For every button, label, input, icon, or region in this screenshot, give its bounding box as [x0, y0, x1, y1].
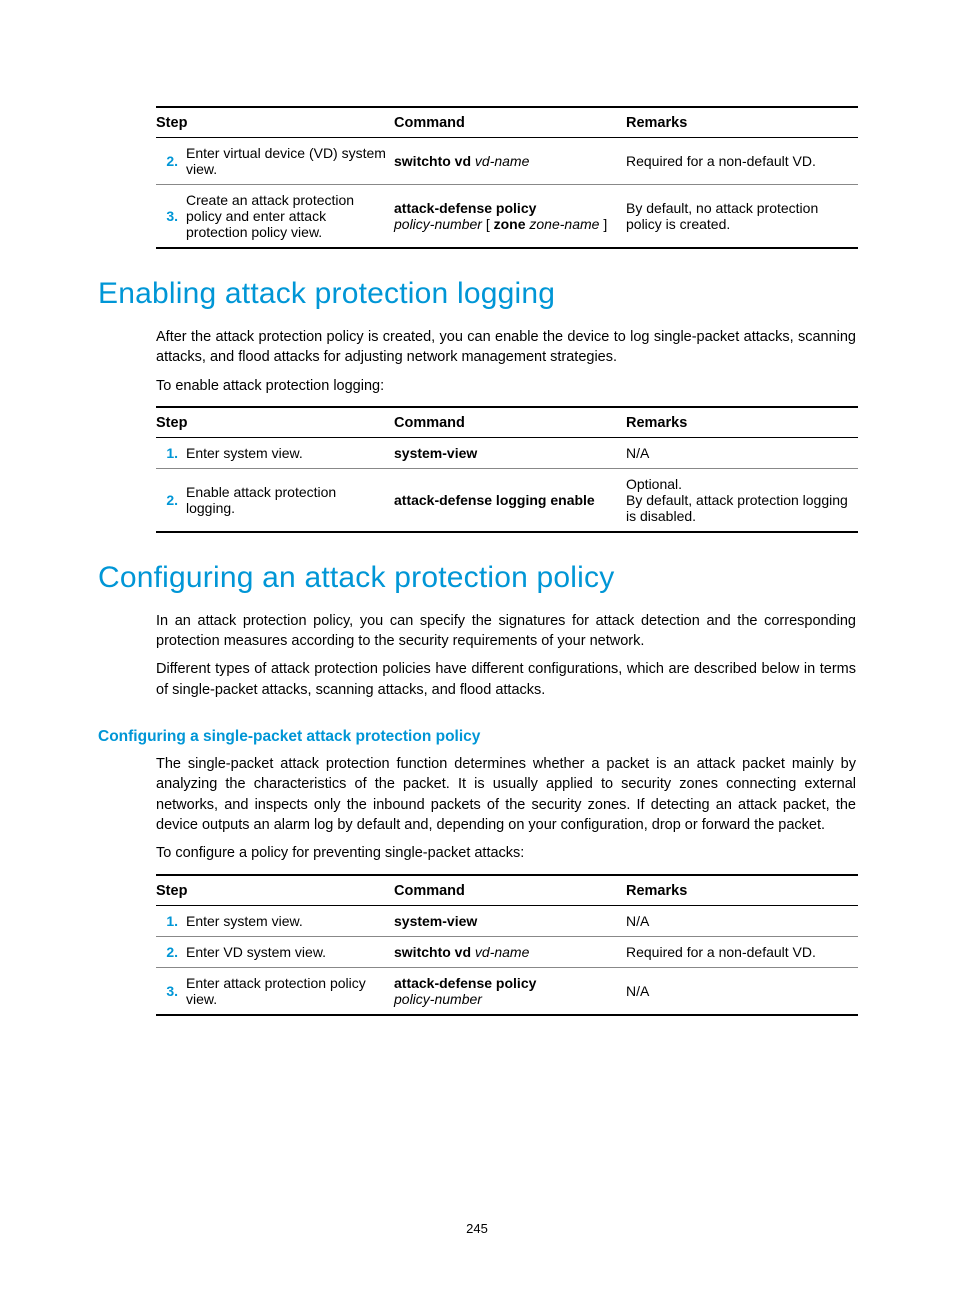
paragraph: In an attack protection policy, you can …: [156, 611, 856, 652]
step-command: system-view: [394, 437, 626, 468]
table-row: 2. Enable attack protection logging. att…: [156, 468, 858, 532]
paragraph: To configure a policy for preventing sin…: [156, 843, 856, 863]
step-number: 2.: [156, 468, 186, 532]
step-remarks: Required for a non-default VD.: [626, 936, 858, 967]
col-remarks: Remarks: [626, 407, 858, 438]
step-number: 2.: [156, 138, 186, 185]
step-desc: Enter attack protection policy view.: [186, 967, 394, 1015]
page-number: 245: [0, 1221, 954, 1236]
step-desc: Create an attack protection policy and e…: [186, 185, 394, 249]
step-remarks: N/A: [626, 905, 858, 936]
document-page: Step Command Remarks 2. Enter virtual de…: [0, 0, 954, 1296]
step-desc: Enter system view.: [186, 437, 394, 468]
paragraph: After the attack protection policy is cr…: [156, 327, 856, 368]
step-desc: Enter system view.: [186, 905, 394, 936]
heading-configuring-policy: Configuring an attack protection policy: [98, 561, 856, 595]
cmd-arg: policy-number: [394, 991, 482, 1007]
cmd-arg: zone-name: [526, 216, 600, 232]
step-command: switchto vd vd-name: [394, 138, 626, 185]
cmd-text: system-view: [394, 913, 477, 929]
step-command: attack-defense policy policy-number [ zo…: [394, 185, 626, 249]
step-number: 2.: [156, 936, 186, 967]
cmd-text: attack-defense policy: [394, 200, 536, 216]
cmd-text: ]: [599, 216, 607, 232]
step-number: 3.: [156, 967, 186, 1015]
cmd-text: [: [482, 216, 494, 232]
step-remarks: N/A: [626, 437, 858, 468]
cmd-text: attack-defense logging enable: [394, 492, 595, 508]
step-remarks: N/A: [626, 967, 858, 1015]
paragraph: Different types of attack protection pol…: [156, 659, 856, 700]
table-row: 2. Enter virtual device (VD) system view…: [156, 138, 858, 185]
col-step: Step: [156, 407, 394, 438]
table-row: 1. Enter system view. system-view N/A: [156, 905, 858, 936]
table-row: 2. Enter VD system view. switchto vd vd-…: [156, 936, 858, 967]
step-command: system-view: [394, 905, 626, 936]
remarks-line: By default, attack protection logging is…: [626, 492, 848, 524]
subheading-single-packet: Configuring a single-packet attack prote…: [98, 728, 856, 746]
step-desc: Enter virtual device (VD) system view.: [186, 138, 394, 185]
paragraph: To enable attack protection logging:: [156, 376, 856, 396]
step-number: 3.: [156, 185, 186, 249]
step-remarks: Optional. By default, attack protection …: [626, 468, 858, 532]
col-command: Command: [394, 407, 626, 438]
col-remarks: Remarks: [626, 107, 858, 138]
table-row: 3. Enter attack protection policy view. …: [156, 967, 858, 1015]
heading-enabling-logging: Enabling attack protection logging: [98, 277, 856, 311]
remarks-line: Optional.: [626, 476, 682, 492]
step-command: attack-defense logging enable: [394, 468, 626, 532]
step-command: attack-defense policy policy-number: [394, 967, 626, 1015]
col-command: Command: [394, 875, 626, 906]
col-step: Step: [156, 107, 394, 138]
cmd-arg: vd-name: [471, 153, 529, 169]
col-remarks: Remarks: [626, 875, 858, 906]
step-command: switchto vd vd-name: [394, 936, 626, 967]
col-step: Step: [156, 875, 394, 906]
paragraph: The single-packet attack protection func…: [156, 754, 856, 835]
cmd-arg: policy-number: [394, 216, 482, 232]
cmd-text: attack-defense policy: [394, 975, 536, 991]
table-single-packet-policy: Step Command Remarks 1. Enter system vie…: [156, 874, 858, 1016]
cmd-text: system-view: [394, 445, 477, 461]
cmd-arg: vd-name: [471, 944, 529, 960]
cmd-text: zone: [494, 216, 526, 232]
table-enable-logging: Step Command Remarks 1. Enter system vie…: [156, 406, 858, 533]
step-desc: Enter VD system view.: [186, 936, 394, 967]
table-row: 1. Enter system view. system-view N/A: [156, 437, 858, 468]
step-number: 1.: [156, 905, 186, 936]
cmd-text: switchto vd: [394, 153, 471, 169]
step-desc: Enable attack protection logging.: [186, 468, 394, 532]
cmd-text: switchto vd: [394, 944, 471, 960]
step-remarks: Required for a non-default VD.: [626, 138, 858, 185]
step-remarks: By default, no attack protection policy …: [626, 185, 858, 249]
table-row: 3. Create an attack protection policy an…: [156, 185, 858, 249]
step-number: 1.: [156, 437, 186, 468]
table-creating-policy: Step Command Remarks 2. Enter virtual de…: [156, 106, 858, 249]
col-command: Command: [394, 107, 626, 138]
